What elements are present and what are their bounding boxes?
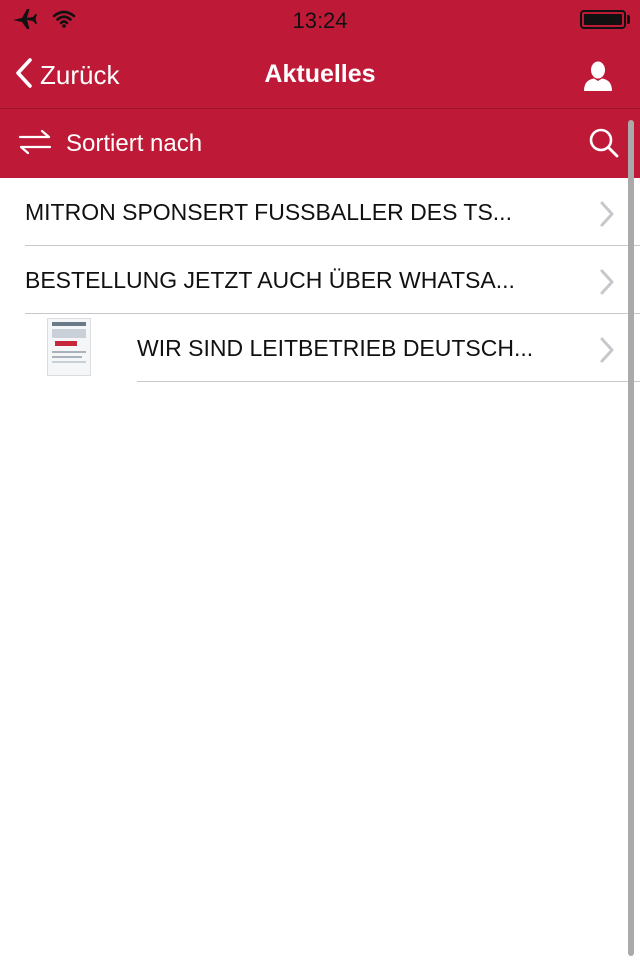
swap-arrows-icon (18, 129, 52, 160)
navigation-bar: Zurück Aktuelles (0, 40, 640, 108)
search-button[interactable] (588, 127, 622, 161)
news-list-item[interactable]: WIR SIND LEITBETRIEB DEUTSCH... (0, 314, 640, 382)
chevron-right-icon (598, 268, 616, 301)
news-thumbnail (47, 318, 91, 376)
news-list: MITRON SPONSERT FUSSBALLER DES TS... BES… (0, 178, 640, 382)
news-list-item[interactable]: BESTELLUNG JETZT AUCH ÜBER WHATSA... (0, 246, 640, 314)
news-list-item[interactable]: MITRON SPONSERT FUSSBALLER DES TS... (0, 178, 640, 246)
news-title: BESTELLUNG JETZT AUCH ÜBER WHATSA... (25, 267, 515, 293)
status-time: 13:24 (292, 8, 348, 33)
sort-button[interactable]: Sortiert nach (18, 127, 202, 161)
sort-label: Sortiert nach (66, 130, 203, 157)
sort-bar: Sortiert nach (0, 109, 640, 178)
search-icon (588, 128, 620, 163)
chevron-right-icon (598, 200, 616, 233)
page-title: Aktuelles (264, 60, 376, 88)
row-separator (137, 381, 640, 382)
status-bar: 13:24 (0, 0, 640, 40)
scrollbar[interactable] (628, 120, 634, 956)
profile-button[interactable] (582, 60, 616, 94)
user-icon (582, 61, 614, 96)
battery-tip (627, 15, 630, 24)
battery-icon (580, 10, 626, 29)
news-title: WIR SIND LEITBETRIEB DEUTSCH... (137, 335, 534, 361)
chevron-right-icon (598, 336, 616, 369)
app-header: 13:24 Zurück Aktuelles Sortiert nach (0, 0, 640, 178)
news-title: MITRON SPONSERT FUSSBALLER DES TS... (25, 199, 512, 225)
